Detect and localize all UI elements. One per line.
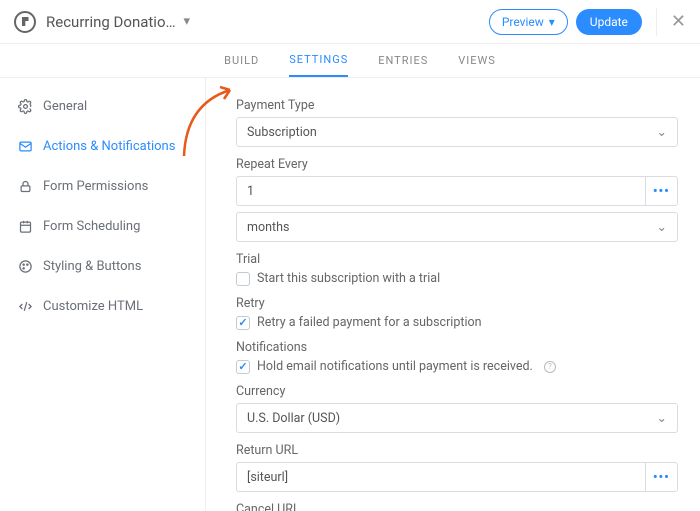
sidebar-item-label: Form Scheduling [43, 219, 140, 234]
sidebar-item-actions[interactable]: Actions & Notifications [0, 126, 205, 166]
info-icon[interactable]: ? [544, 361, 556, 373]
trial-checkbox[interactable] [236, 272, 250, 286]
mail-icon [18, 139, 33, 154]
payment-type-value: Subscription [247, 125, 317, 140]
sidebar-item-general[interactable]: General [0, 86, 205, 126]
trial-label: Trial [236, 252, 678, 267]
update-button[interactable]: Update [576, 9, 642, 35]
close-button[interactable]: ✕ [656, 8, 686, 36]
lock-icon [18, 179, 33, 194]
sidebar-item-customize-html[interactable]: Customize HTML [0, 286, 205, 326]
sidebar-item-scheduling[interactable]: Form Scheduling [0, 206, 205, 246]
top-bar: Recurring Donatio… ▾ Preview ▾ Update ✕ [0, 0, 700, 44]
payment-type-label: Payment Type [236, 98, 678, 113]
retry-checkbox-label: Retry a failed payment for a subscriptio… [257, 315, 482, 330]
repeat-number-options[interactable]: ••• [645, 176, 678, 206]
tab-views[interactable]: VIEWS [458, 44, 496, 77]
return-url-input[interactable]: [siteurl] [236, 462, 645, 492]
trial-checkbox-label: Start this subscription with a trial [257, 271, 440, 286]
preview-label: Preview [502, 15, 544, 29]
settings-sidebar: General Actions & Notifications Form Per… [0, 78, 206, 511]
settings-content: Payment Type Subscription ⌄ Repeat Every… [206, 78, 700, 511]
sidebar-item-permissions[interactable]: Form Permissions [0, 166, 205, 206]
sidebar-item-label: Actions & Notifications [43, 139, 175, 154]
sidebar-item-label: Form Permissions [43, 179, 148, 194]
notifications-label: Notifications [236, 340, 678, 355]
app-logo [14, 11, 36, 33]
repeat-every-label: Repeat Every [236, 157, 678, 172]
return-url-value: [siteurl] [247, 470, 288, 485]
code-icon [18, 299, 33, 314]
tab-entries[interactable]: ENTRIES [378, 44, 428, 77]
retry-label: Retry [236, 296, 678, 311]
currency-label: Currency [236, 384, 678, 399]
calendar-icon [18, 219, 33, 234]
palette-icon [18, 259, 33, 274]
form-title: Recurring Donatio… [46, 13, 176, 31]
sidebar-item-styling[interactable]: Styling & Buttons [0, 246, 205, 286]
sidebar-item-label: Customize HTML [43, 299, 143, 314]
title-dropdown-caret[interactable]: ▾ [184, 14, 191, 29]
sidebar-item-label: General [43, 99, 87, 114]
chevron-down-icon: ⌄ [657, 219, 667, 235]
chevron-down-icon: ⌄ [657, 124, 667, 140]
return-url-options[interactable]: ••• [645, 462, 678, 492]
notifications-checkbox[interactable] [236, 360, 250, 374]
sidebar-item-label: Styling & Buttons [43, 259, 141, 274]
repeat-unit-value: months [247, 220, 289, 235]
cancel-url-label: Cancel URL [236, 502, 678, 511]
currency-value: U.S. Dollar (USD) [247, 411, 340, 426]
chevron-down-icon: ⌄ [657, 410, 667, 426]
notifications-checkbox-label: Hold email notifications until payment i… [257, 359, 533, 374]
tab-settings[interactable]: SETTINGS [289, 44, 348, 77]
retry-checkbox[interactable] [236, 316, 250, 330]
repeat-unit-select[interactable]: months ⌄ [236, 212, 678, 242]
chevron-down-icon: ▾ [549, 15, 555, 29]
tab-bar: BUILD SETTINGS ENTRIES VIEWS [0, 44, 700, 78]
payment-type-select[interactable]: Subscription ⌄ [236, 117, 678, 147]
repeat-number-value: 1 [247, 184, 254, 199]
tab-build[interactable]: BUILD [224, 44, 259, 77]
preview-button[interactable]: Preview ▾ [489, 9, 568, 35]
return-url-label: Return URL [236, 443, 678, 458]
currency-select[interactable]: U.S. Dollar (USD) ⌄ [236, 403, 678, 433]
gear-icon [18, 99, 33, 114]
repeat-number-input[interactable]: 1 [236, 176, 645, 206]
